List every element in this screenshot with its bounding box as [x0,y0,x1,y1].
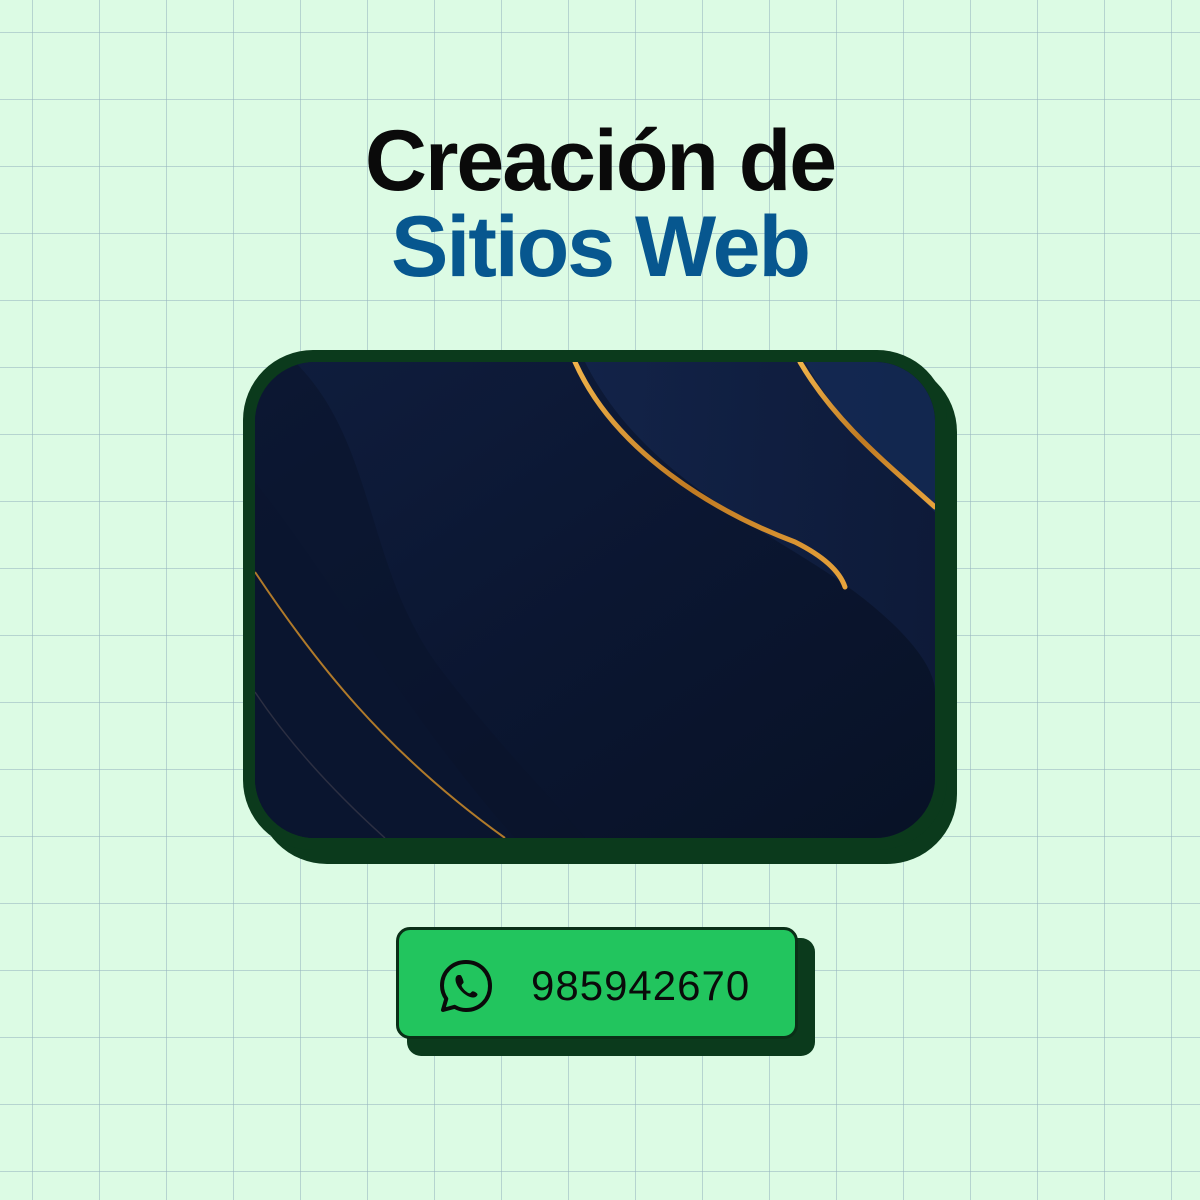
image-frame [243,350,947,850]
whatsapp-contact-button[interactable]: 985942670 [396,927,798,1039]
whatsapp-icon [440,960,492,1012]
page-title: Creación de [364,113,837,209]
page-title-accent: Sitios Web [390,199,811,295]
phone-number: 985942670 [531,962,751,1009]
abstract-waves-image [255,362,935,838]
